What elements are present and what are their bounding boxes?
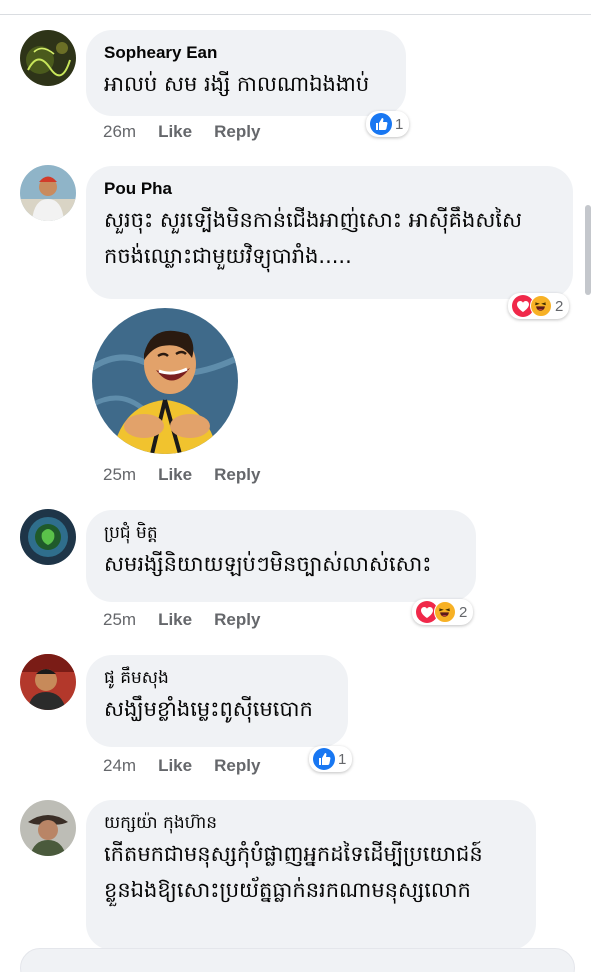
- timestamp[interactable]: 25m: [103, 610, 136, 630]
- timestamp[interactable]: 26m: [103, 122, 136, 142]
- reaction-count: 1: [338, 750, 347, 768]
- thumbs-up-icon: [313, 748, 335, 770]
- avatar[interactable]: [20, 165, 76, 221]
- laughing-face-icon: [530, 295, 552, 317]
- comment-text: សង្ឃឹមខ្លាំងម្លេះពូស៊ីមេបោក: [104, 697, 313, 721]
- comment-text: សមរង្សីនិយាយឡប់ៗមិនច្បាស់លាស់សោះ: [104, 552, 432, 576]
- comment-text-line: កចង់ឈ្លោះជាមួយវិទ្យុបារាំង.....: [104, 244, 352, 268]
- comment-bubble: ប្រជុំ មិត្ត សមរង្សីនិយាយឡប់ៗមិនច្បាស់លា…: [86, 510, 476, 602]
- reaction-summary[interactable]: 2: [508, 293, 570, 319]
- like-button[interactable]: Like: [158, 465, 192, 485]
- laughing-man-sticker[interactable]: [92, 308, 238, 454]
- timestamp[interactable]: 25m: [103, 465, 136, 485]
- comment-bubble: Pou Pha សួរចុះ សួរទ្បើងមិនកាន់ជើងអាញ់សោះ…: [86, 166, 573, 299]
- reply-button[interactable]: Reply: [214, 465, 260, 485]
- avatar[interactable]: [20, 654, 76, 710]
- avatar[interactable]: [20, 509, 76, 565]
- comment-actions: 24m Like Reply: [103, 756, 260, 776]
- reaction-summary[interactable]: 1: [366, 111, 410, 137]
- reaction-count: 2: [459, 603, 468, 621]
- reply-button[interactable]: Reply: [214, 610, 260, 630]
- comment-text-line: កើតមកជាមនុស្សកុំបំផ្លាញអ្នកដទៃដើម្បីប្រយ…: [104, 842, 483, 866]
- reaction-count: 1: [395, 115, 404, 133]
- comment-bubble: យក្សយ៉ា កុងហ៊ាន កើតមកជាមនុស្សកុំបំផ្លាញអ…: [86, 800, 536, 950]
- comment-text: អាលប់ សម រង្សី កាលណាឯងងាប់: [104, 72, 370, 96]
- reaction-summary[interactable]: 1: [309, 746, 353, 772]
- reaction-summary[interactable]: 2: [412, 599, 474, 625]
- scrollbar[interactable]: [585, 205, 591, 295]
- comment-text-line: ខ្លួនឯងឱ្យសោះប្រយ័ត្នធ្លាក់នរកណាមនុស្សលោ…: [104, 878, 471, 902]
- like-button[interactable]: Like: [158, 610, 192, 630]
- author-name[interactable]: ប្រជុំ មិត្ត: [104, 522, 458, 544]
- author-name[interactable]: Pou Pha: [104, 178, 555, 200]
- comment-text: សួរចុះ សួរទ្បើងមិនកាន់ជើងអាញ់សោះ អាសុីគឹ…: [104, 202, 555, 274]
- comment-actions: 26m Like Reply: [103, 122, 260, 142]
- like-button[interactable]: Like: [158, 756, 192, 776]
- timestamp[interactable]: 24m: [103, 756, 136, 776]
- comment-text: កើតមកជាមនុស្សកុំបំផ្លាញអ្នកដទៃដើម្បីប្រយ…: [104, 836, 518, 908]
- comment-actions: 25m Like Reply: [103, 465, 260, 485]
- comment-input[interactable]: [20, 948, 575, 972]
- comment-text-line: សួរចុះ សួរទ្បើងមិនកាន់ជើងអាញ់សោះ អាសុីគឹ…: [104, 208, 522, 232]
- author-name[interactable]: ផូ គឹមសុង: [104, 667, 330, 689]
- comment-actions: 25m Like Reply: [103, 610, 260, 630]
- avatar[interactable]: [20, 800, 76, 856]
- comment-bubble: Sopheary Ean អាលប់ សម រង្សី កាលណាឯងងាប់: [86, 30, 406, 116]
- author-name[interactable]: យក្សយ៉ា កុងហ៊ាន: [104, 812, 518, 834]
- like-button[interactable]: Like: [158, 122, 192, 142]
- thumbs-up-icon: [370, 113, 392, 135]
- avatar[interactable]: [20, 30, 76, 86]
- reply-button[interactable]: Reply: [214, 122, 260, 142]
- comment-bubble: ផូ គឹមសុង សង្ឃឹមខ្លាំងម្លេះពូស៊ីមេបោក: [86, 655, 348, 747]
- reply-button[interactable]: Reply: [214, 756, 260, 776]
- header-divider: [0, 14, 591, 15]
- laughing-face-icon: [434, 601, 456, 623]
- author-name[interactable]: Sopheary Ean: [104, 42, 388, 64]
- reaction-count: 2: [555, 297, 564, 315]
